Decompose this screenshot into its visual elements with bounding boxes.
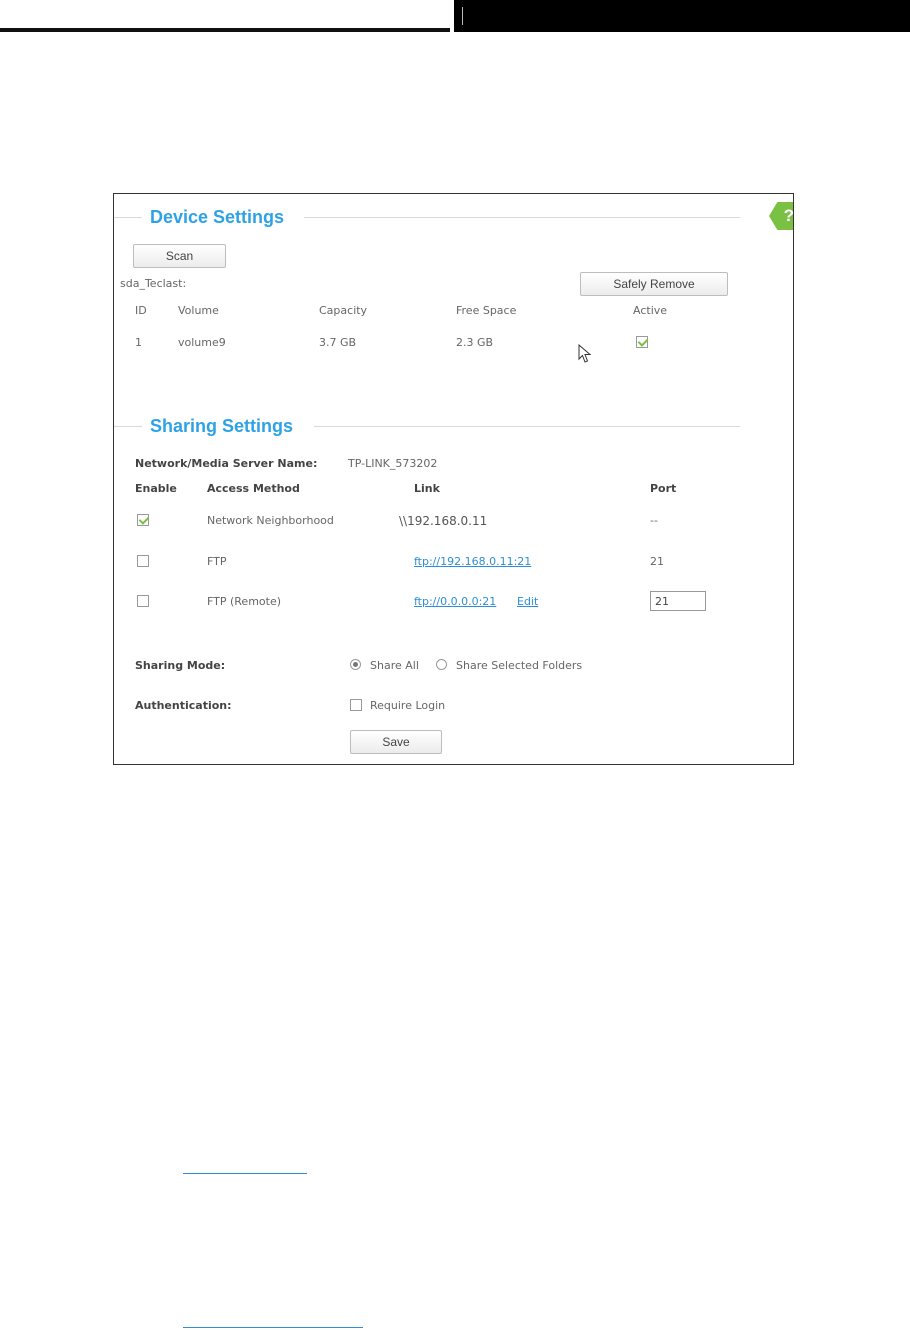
usb-settings-panel: Device Settings ? Scan sda_Teclast: Safe… (113, 193, 794, 765)
col-link: Link (414, 482, 440, 495)
server-name-label: Network/Media Server Name: (135, 457, 318, 470)
section-rule (114, 217, 142, 218)
access-method-ftp-remote: FTP (Remote) (207, 595, 282, 608)
share-all-label[interactable]: Share All (370, 659, 419, 672)
ftp-port: 21 (650, 555, 664, 568)
cursor-icon (578, 344, 592, 363)
network-neighborhood-link: \\192.168.0.11 (399, 514, 488, 528)
volume-active-checkbox[interactable] (636, 336, 648, 348)
ftp-remote-link[interactable]: ftp://0.0.0.0:21 (414, 595, 496, 608)
col-volume: Volume (178, 304, 219, 317)
ftp-checkbox[interactable] (137, 555, 149, 567)
col-enable: Enable (135, 482, 177, 495)
require-login-label[interactable]: Require Login (370, 699, 445, 712)
section-rule (314, 426, 740, 427)
col-id: ID (135, 304, 147, 317)
save-button[interactable]: Save (350, 730, 442, 754)
network-neighborhood-checkbox[interactable] (137, 514, 149, 526)
device-name: sda_Teclast: (120, 277, 187, 290)
sharing-mode-label: Sharing Mode: (135, 659, 226, 672)
ftp-link[interactable]: ftp://192.168.0.11:21 (414, 555, 531, 568)
ftp-remote-checkbox[interactable] (137, 595, 149, 607)
ftp-remote-port-input[interactable] (650, 591, 706, 611)
share-selected-folders-radio[interactable] (436, 659, 447, 670)
scan-button[interactable]: Scan (133, 244, 226, 268)
section-rule (304, 217, 740, 218)
header-bar (454, 0, 910, 32)
col-access-method: Access Method (207, 482, 300, 495)
col-capacity: Capacity (319, 304, 368, 317)
sharing-settings-title: Sharing Settings (150, 416, 294, 436)
col-active: Active (633, 304, 668, 317)
help-icon[interactable]: ? (769, 202, 793, 230)
document-link[interactable] (183, 1327, 363, 1328)
access-method-network-neighborhood: Network Neighborhood (207, 514, 334, 527)
table-cell-id: 1 (135, 336, 142, 349)
require-login-checkbox[interactable] (350, 699, 362, 711)
authentication-label: Authentication: (135, 699, 232, 712)
table-cell-free-space: 2.3 GB (456, 336, 494, 349)
col-port: Port (650, 482, 677, 495)
safely-remove-button[interactable]: Safely Remove (580, 272, 728, 296)
network-neighborhood-port: -- (650, 514, 658, 527)
table-cell-volume: volume9 (178, 336, 226, 349)
col-free-space: Free Space (456, 304, 517, 317)
server-name-value: TP-LINK_573202 (348, 457, 438, 470)
header-rule (0, 28, 450, 32)
share-selected-folders-label[interactable]: Share Selected Folders (456, 659, 582, 672)
table-cell-capacity: 3.7 GB (319, 336, 357, 349)
access-method-ftp: FTP (207, 555, 227, 568)
section-rule (114, 426, 142, 427)
share-all-radio[interactable] (350, 659, 361, 670)
document-link[interactable] (183, 1173, 307, 1174)
ftp-remote-edit-link[interactable]: Edit (517, 595, 538, 608)
device-settings-title: Device Settings (150, 207, 285, 227)
